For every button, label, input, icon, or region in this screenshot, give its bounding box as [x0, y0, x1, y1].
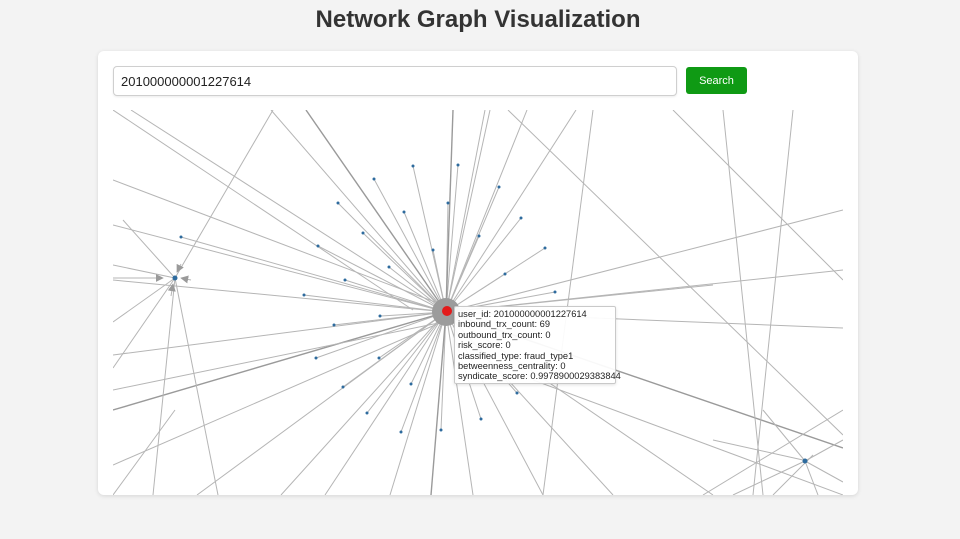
graph-node[interactable]: [361, 231, 365, 235]
graph-node[interactable]: [456, 163, 460, 167]
graph-edge: [366, 311, 447, 414]
graph-edge: [722, 110, 764, 495]
graph-node[interactable]: [172, 275, 178, 281]
tooltip-betweenness: betweenness_centrality: 0: [458, 361, 566, 372]
graph-edge: [113, 277, 176, 323]
graph-node[interactable]: [365, 411, 369, 415]
graph-node[interactable]: [409, 382, 413, 386]
page-title: Network Graph Visualization: [315, 6, 641, 33]
tooltip-classified: classified_type: fraud_type1: [458, 350, 574, 361]
graph-node[interactable]: [402, 210, 406, 214]
graph-edge: [804, 460, 843, 483]
graph-node[interactable]: [411, 164, 415, 168]
graph-node[interactable]: [802, 458, 808, 464]
graph-edge: [445, 209, 843, 313]
graph-edge: [445, 217, 522, 313]
main-card: Search user_id: 201000000001227614 inbou…: [98, 51, 858, 495]
tooltip-outbound: outbound_trx_count: 0: [458, 329, 551, 340]
node-tooltip: user_id: 201000000001227614 inbound_trx_…: [454, 306, 621, 384]
tooltip-inbound: inbound_trx_count: 69: [458, 319, 551, 330]
graph-edge: [130, 110, 444, 311]
graph-node[interactable]: [341, 385, 345, 389]
graph-edge: [113, 110, 414, 311]
graph-edge: [270, 110, 447, 313]
graph-node[interactable]: [179, 235, 183, 239]
graph-edge: [305, 110, 447, 313]
search-input[interactable]: [113, 66, 677, 96]
graph-edge: [732, 460, 806, 495]
graph-edge: [174, 110, 274, 279]
graph-edge: [317, 245, 447, 313]
graph-node[interactable]: [515, 391, 519, 395]
graph-node[interactable]: [446, 201, 450, 205]
tooltip-user-id: user_id: 201000000001227614: [458, 309, 587, 319]
graph-node[interactable]: [477, 234, 481, 238]
graph-node[interactable]: [302, 293, 306, 297]
graph-edge: [180, 275, 192, 284]
graph-node[interactable]: [332, 323, 336, 327]
graph-node[interactable]: [439, 428, 443, 432]
graph-node[interactable]: [519, 216, 523, 220]
graph-node[interactable]: [503, 272, 507, 276]
graph-node[interactable]: [431, 248, 435, 252]
graph-edge: [445, 110, 528, 313]
graph-canvas[interactable]: [113, 110, 843, 495]
graph-node[interactable]: [336, 201, 340, 205]
network-graph[interactable]: user_id: 201000000001227614 inbound_trx_…: [113, 110, 843, 495]
graph-edge: [324, 311, 447, 495]
graph-edge: [113, 277, 176, 369]
graph-edge: [122, 219, 176, 279]
graph-node[interactable]: [543, 246, 547, 250]
graph-node[interactable]: [316, 244, 320, 248]
graph-node[interactable]: [399, 430, 403, 434]
graph-edge: [752, 110, 794, 495]
graph-node[interactable]: [343, 278, 347, 282]
graph-edge: [389, 311, 447, 495]
graph-node[interactable]: [372, 177, 376, 181]
graph-edge: [762, 409, 806, 462]
graph-node[interactable]: [479, 417, 483, 421]
graph-node[interactable]: [314, 356, 318, 360]
graph-edge: [280, 311, 447, 495]
graph-edge: [113, 179, 444, 306]
graph-edge: [804, 460, 819, 495]
graph-edge: [430, 311, 447, 495]
graph-edge: [672, 110, 843, 281]
graph-edge: [113, 319, 454, 391]
graph-edge: [804, 439, 843, 462]
tooltip-risk: risk_score: 0: [458, 340, 511, 351]
graph-node[interactable]: [378, 314, 382, 318]
central-node-highlight[interactable]: [442, 306, 452, 316]
graph-node[interactable]: [497, 185, 501, 189]
tooltip-syndicate: syndicate_score: 0.9978900029383844: [458, 371, 621, 382]
graph-edge: [113, 409, 176, 495]
graph-edge: [152, 277, 176, 495]
graph-edge: [507, 110, 843, 436]
search-button[interactable]: Search: [686, 67, 747, 94]
graph-node[interactable]: [553, 290, 557, 294]
graph-node[interactable]: [377, 356, 381, 360]
graph-edge: [174, 277, 219, 495]
graph-edge: [403, 211, 447, 313]
graph-node[interactable]: [387, 265, 391, 269]
